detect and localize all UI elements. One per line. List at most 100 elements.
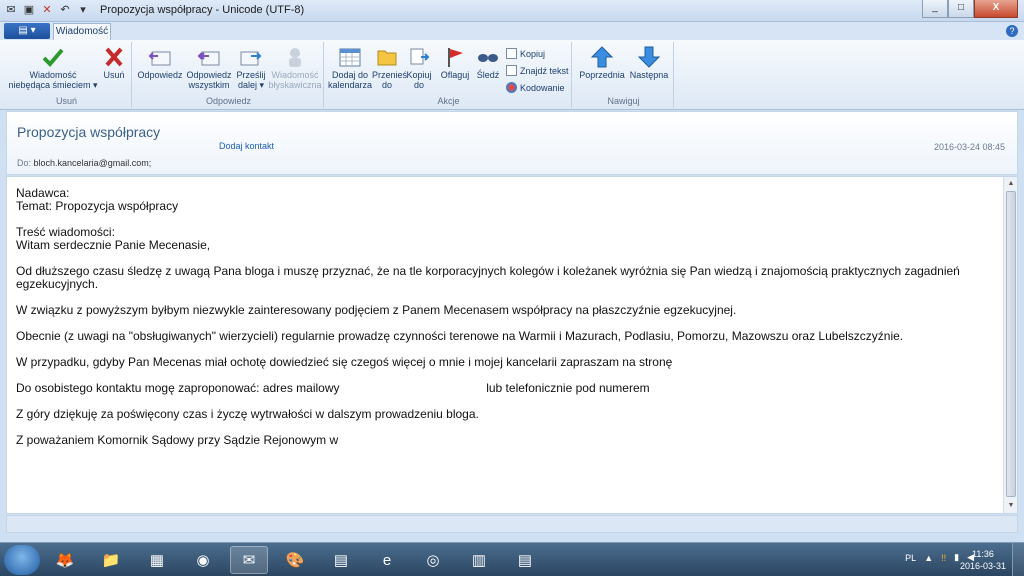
copy-button[interactable]: Kopiuj — [506, 48, 545, 59]
arrow-down-icon — [637, 46, 661, 68]
scroll-up-icon[interactable]: ▲ — [1005, 178, 1017, 190]
reply-all-button[interactable]: Odpowiedz wszystkim — [184, 46, 234, 90]
body-line: Witam serdecznie Panie Mecenasie, — [16, 238, 211, 252]
firefox-icon[interactable]: 🦊 — [46, 546, 84, 574]
delete-icon[interactable]: ✕ — [40, 3, 54, 17]
move-to-button[interactable]: Przenieś do — [372, 46, 407, 90]
find-text-label: Znajdź tekst — [520, 65, 569, 76]
body-line: Temat: Propozycja współpracy — [16, 199, 179, 213]
file-menu-icon: ▤ ▾ — [18, 25, 36, 36]
ribbon-tabs: ▤ ▾ Wiadomość ? — [0, 22, 1024, 40]
window-title: Propozycja współpracy - Unicode (UTF-8) — [100, 4, 305, 16]
calendar-icon — [339, 48, 361, 67]
group-label-usun: Usuń — [55, 96, 77, 106]
internet-explorer-icon[interactable]: e — [368, 546, 406, 574]
instant-message-label: Wiadomość błyskawiczna — [268, 70, 322, 90]
group-label-odpowiedz: Odpowiedz — [205, 96, 252, 106]
message-body: Nadawca: Temat: Propozycja współpracy Treś… — [16, 187, 996, 447]
body-line — [16, 213, 996, 226]
copy-to-button[interactable]: Kopiuj do — [404, 46, 434, 90]
scroll-down-icon[interactable]: ▼ — [1005, 500, 1017, 512]
customize-toolbar-icon[interactable]: ▾ — [76, 3, 90, 17]
copy-label: Kopiuj — [520, 48, 546, 59]
wifi-icon[interactable]: ◉ — [184, 546, 222, 574]
file-explorer-icon[interactable]: 📁 — [92, 546, 130, 574]
watch-button[interactable]: Śledź — [474, 46, 502, 80]
add-to-calendar-button[interactable]: Dodaj do kalendarza — [328, 46, 372, 90]
reply-button[interactable]: Odpowiedz — [136, 46, 184, 80]
find-text-button[interactable]: Znajdź tekst — [506, 65, 569, 76]
encoding-button[interactable]: Kodowanie — [506, 82, 565, 93]
chrome-icon[interactable]: ◎ — [414, 546, 452, 574]
pdf-reader-icon[interactable]: ▥ — [460, 546, 498, 574]
next-button[interactable]: Następna — [626, 46, 672, 80]
add-contact-link[interactable]: Dodaj kontakt — [219, 141, 274, 151]
vertical-scrollbar[interactable]: ▲ ▼ — [1003, 177, 1017, 513]
add-to-calendar-label: Dodaj do kalendarza — [328, 70, 373, 90]
previous-button[interactable]: Poprzednia — [578, 46, 626, 80]
save-icon[interactable]: ▣ — [22, 3, 36, 17]
to-label: Do: — [17, 158, 32, 168]
expand-tray-icon[interactable]: ▲ — [924, 553, 933, 563]
reply-envelope-icon — [148, 51, 171, 66]
language-indicator[interactable]: PL — [905, 553, 916, 563]
body-line: Do osobistego kontaktu mogę zaproponować… — [16, 381, 650, 395]
start-button[interactable] — [4, 545, 40, 575]
network-icon[interactable]: ▮ — [954, 552, 959, 563]
not-junk-label: Wiadomość niebędąca śmieciem — [8, 70, 91, 90]
help-icon[interactable]: ? — [1006, 25, 1018, 37]
file-menu-button[interactable]: ▤ ▾ — [4, 23, 50, 39]
find-icon — [506, 65, 517, 76]
encoding-icon — [506, 82, 517, 93]
tab-wiadomosc[interactable]: Wiadomość — [53, 23, 111, 40]
scroll-thumb[interactable] — [1006, 191, 1016, 497]
flag-label: Oflaguj — [440, 70, 470, 80]
mail-app-icon[interactable]: ✉ — [230, 546, 268, 574]
status-strip — [6, 515, 1018, 533]
copy-document-icon — [410, 48, 430, 65]
recipient-address[interactable]: bloch.kancelaria@gmail.com; — [34, 158, 152, 168]
document-icon[interactable]: ▤ — [322, 546, 360, 574]
body-line: Obecnie (z uwagi na "obsługiwanych" wier… — [16, 329, 904, 343]
flag-icon — [448, 48, 463, 67]
recipient-line: Do: bloch.kancelaria@gmail.com; — [17, 158, 151, 168]
minimize-button[interactable]: _ — [922, 0, 948, 18]
message-body-pane: Nadawca: Temat: Propozycja współpracy Treś… — [6, 176, 1018, 514]
copy-icon — [506, 48, 517, 59]
copy-to-label: Kopiuj do — [406, 70, 432, 90]
reply-icon[interactable]: ↶ — [58, 3, 72, 17]
group-label-akcje: Akcje — [437, 96, 460, 106]
reply-label: Odpowiedz — [137, 70, 183, 80]
instant-message-button[interactable]: Wiadomość błyskawiczna — [268, 46, 322, 90]
body-line: Z góry dziękuję za poświęcony czas i życ… — [16, 407, 479, 421]
next-label: Następna — [629, 70, 669, 80]
window-controls: _ □ X — [922, 0, 1018, 18]
glasses-icon — [478, 54, 498, 62]
spreadsheet-icon[interactable]: ▦ — [138, 546, 176, 574]
instant-message-icon — [289, 48, 301, 67]
arrow-up-icon — [590, 46, 614, 68]
not-junk-button[interactable]: Wiadomość niebędąca śmieciem ▾ — [8, 46, 98, 90]
folder-move-icon — [377, 50, 397, 66]
forward-envelope-icon — [240, 51, 262, 66]
taskbar: 🦊 📁 ▦ ◉ ✉ 🎨 ▤ e ◎ ▥ ▤ PL ▲ !! ▮ ◀ 11:36 … — [0, 542, 1024, 576]
maximize-button[interactable]: □ — [948, 0, 974, 18]
reply-all-envelope-icon — [197, 51, 220, 66]
encoding-label: Kodowanie — [520, 82, 565, 93]
close-button[interactable]: X — [974, 0, 1018, 18]
text-document-icon[interactable]: ▤ — [506, 546, 544, 574]
delete-button[interactable]: Usuń — [98, 46, 130, 80]
message-header: Propozycja współpracy Dodaj kontakt 2016… — [6, 111, 1018, 175]
warning-icon[interactable]: !! — [941, 553, 946, 563]
clock[interactable]: 11:36 2016-03-31 — [960, 548, 1006, 572]
message-subject: Propozycja współpracy — [17, 124, 161, 140]
show-desktop-button[interactable] — [1012, 543, 1024, 576]
body-line: W przypadku, gdyby Pan Mecenas miał ocho… — [16, 355, 673, 369]
forward-button[interactable]: Prześlij dalej ▾ — [234, 46, 268, 90]
group-label-nawiguj: Nawiguj — [607, 96, 640, 106]
move-to-label: Przenieś do — [372, 70, 408, 90]
app-icon[interactable]: ✉ — [4, 3, 18, 17]
flag-button[interactable]: Oflaguj — [438, 46, 472, 80]
paint-icon[interactable]: 🎨 — [276, 546, 314, 574]
group-odpowiedz: Odpowiedz Odpowiedz wszystkim Prześlij d… — [134, 42, 324, 108]
